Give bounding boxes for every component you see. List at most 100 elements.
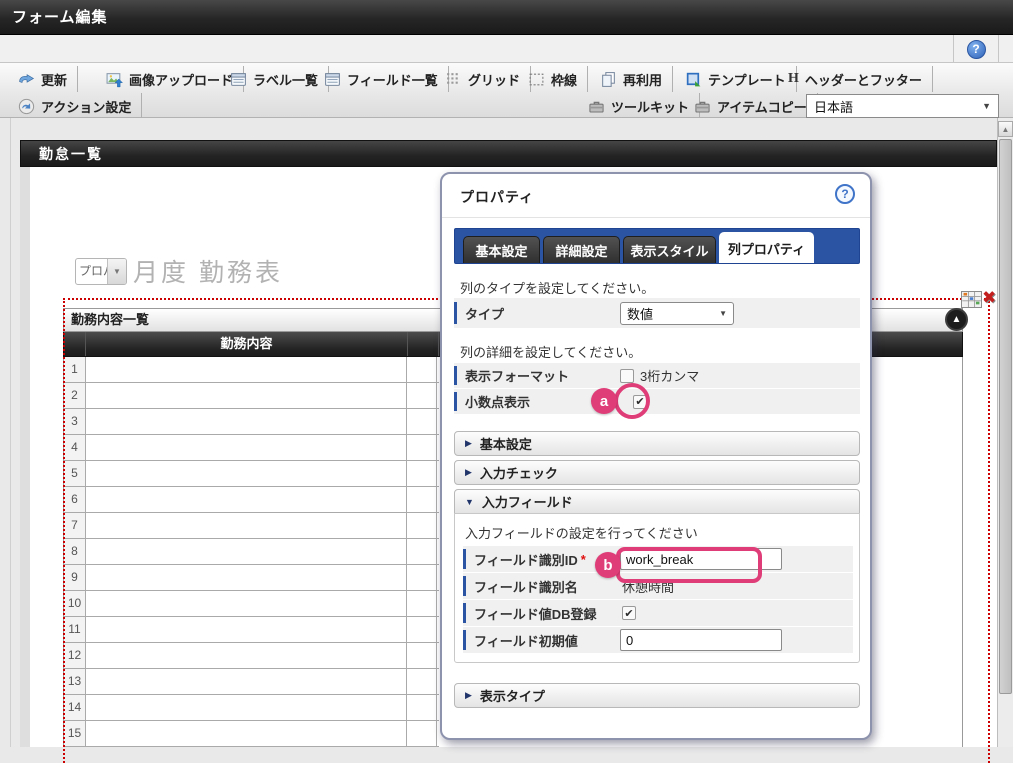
form-title-label: 月度 勤務表: [133, 253, 283, 289]
table-row[interactable]: 12: [64, 643, 439, 669]
dialog-help-icon[interactable]: ?: [835, 184, 855, 204]
label-accent-bar: [463, 630, 466, 650]
help-strip: ?: [0, 35, 1013, 63]
field-init-label: フィールド初期値: [474, 631, 578, 650]
item-copy-icon: [694, 98, 711, 115]
label-accent-bar: [454, 302, 457, 324]
table-row[interactable]: 10: [64, 591, 439, 617]
table-row[interactable]: 13: [64, 669, 439, 695]
chevron-down-icon: ▼: [719, 309, 727, 318]
field-id-input[interactable]: [620, 548, 782, 570]
image-upload-icon: [106, 71, 123, 88]
chevron-down-icon: ▼: [465, 497, 474, 507]
chevron-down-icon: ▼: [982, 101, 991, 111]
language-select[interactable]: 日本語 ▼: [806, 94, 999, 118]
table-row[interactable]: 8: [64, 539, 439, 565]
chevron-right-icon: ▶: [465, 438, 472, 449]
form-title-combo[interactable]: プロパ ▼: [75, 258, 127, 285]
decimal-display-row: 小数点表示 ✔: [454, 389, 860, 414]
header-cell-work-content: 勤務内容: [86, 332, 408, 356]
table-row[interactable]: 1: [64, 357, 439, 383]
dialog-header-divider: [442, 217, 870, 218]
item-copy-button[interactable]: アイテムコピー: [684, 93, 818, 119]
label-accent-bar: [454, 366, 457, 385]
grid-button[interactable]: グリッド: [435, 66, 531, 92]
decimal-display-label: 小数点表示: [465, 392, 530, 411]
reuse-button[interactable]: 再利用: [590, 66, 673, 92]
vertical-scrollbar[interactable]: ▲: [997, 118, 1013, 747]
grid-icon: [445, 71, 462, 88]
chevron-right-icon: ▶: [465, 467, 472, 478]
border-button[interactable]: 枠線: [518, 66, 588, 92]
help-icon[interactable]: ?: [967, 40, 986, 59]
column-detail-instruction: 列の詳細を設定してください。: [460, 342, 641, 361]
display-format-row: 表示フォーマット 3桁カンマ: [454, 363, 860, 388]
action-settings-button[interactable]: アクション設定: [8, 93, 142, 119]
label-accent-bar: [463, 603, 466, 623]
accordion-basic-settings[interactable]: ▶ 基本設定: [454, 431, 860, 456]
tab-display-style[interactable]: 表示スタイル: [623, 236, 716, 263]
field-init-row: フィールド初期値: [463, 627, 853, 653]
update-button[interactable]: 更新: [8, 66, 78, 92]
page-title: フォーム編集: [12, 9, 108, 26]
field-name-value: 休憩時間: [622, 577, 674, 596]
accordion-display-type[interactable]: ▶ 表示タイプ: [454, 683, 860, 708]
table-row[interactable]: 15: [64, 721, 439, 747]
field-db-label: フィールド値DB登録: [474, 604, 597, 623]
decimal-display-checkbox[interactable]: ✔: [633, 395, 647, 409]
field-init-input[interactable]: [620, 629, 782, 651]
three-digit-comma-checkbox[interactable]: [620, 369, 634, 383]
chevron-right-icon: ▶: [465, 690, 472, 701]
field-db-checkbox[interactable]: ✔: [622, 606, 636, 620]
table-row[interactable]: 5: [64, 461, 439, 487]
collapse-up-button[interactable]: ▲: [945, 308, 968, 331]
tab-basic-settings[interactable]: 基本設定: [463, 236, 540, 263]
form-section-bar: 勤怠一覧: [20, 140, 997, 167]
scrollbar-thumb[interactable]: [999, 139, 1012, 694]
field-id-label: フィールド識別ID: [474, 550, 578, 569]
field-list-icon: [324, 71, 341, 88]
field-name-row: フィールド識別名 休憩時間: [463, 573, 853, 599]
table-row[interactable]: 3: [64, 409, 439, 435]
header-footer-icon: H: [788, 71, 799, 87]
accordion-input-field[interactable]: ▼ 入力フィールド: [454, 489, 860, 514]
window-titlebar: フォーム編集: [0, 0, 1013, 35]
label-accent-bar: [463, 576, 466, 596]
scroll-up-icon[interactable]: ▲: [998, 121, 1013, 137]
display-format-label: 表示フォーマット: [465, 366, 569, 385]
table-row[interactable]: 4: [64, 435, 439, 461]
left-divider: [10, 118, 11, 747]
label-list-button[interactable]: ラベル一覧: [220, 66, 329, 92]
tab-bar: 基本設定 詳細設定 表示スタイル 列プロパティ: [454, 228, 860, 264]
type-select[interactable]: 数値 ▼: [620, 302, 734, 325]
table-row[interactable]: 7: [64, 513, 439, 539]
action-settings-icon: [18, 98, 35, 115]
table-row[interactable]: 9: [64, 565, 439, 591]
toolbar: 更新 画像アップロード ラベル一覧 フィールド一覧 グリッド 枠線 再利用 テン…: [0, 63, 1013, 118]
toolkit-icon: [588, 98, 605, 115]
field-id-row: フィールド識別ID *: [463, 546, 853, 572]
table-row[interactable]: 6: [64, 487, 439, 513]
header-cell-narrow: [408, 332, 439, 356]
annotation-badge-b: b: [595, 552, 621, 578]
label-accent-bar: [463, 549, 466, 569]
table-handle-icon[interactable]: [961, 291, 982, 308]
tab-detail-settings[interactable]: 詳細設定: [543, 236, 620, 263]
tab-column-properties[interactable]: 列プロパティ: [719, 232, 814, 263]
label-accent-bar: [454, 392, 457, 411]
field-list-button[interactable]: フィールド一覧: [314, 66, 449, 92]
header-footer-button[interactable]: H ヘッダーとフッター: [778, 66, 933, 92]
table-row[interactable]: 14: [64, 695, 439, 721]
column-type-instruction: 列のタイプを設定してください。: [460, 278, 654, 297]
label-list-icon: [230, 71, 247, 88]
accordion-input-check[interactable]: ▶ 入力チェック: [454, 460, 860, 485]
delete-widget-icon[interactable]: ✖: [982, 288, 996, 308]
table-row[interactable]: 11: [64, 617, 439, 643]
table-row[interactable]: 2: [64, 383, 439, 409]
required-asterisk: *: [581, 552, 586, 567]
header-cell-index: [64, 332, 86, 356]
field-db-row: フィールド値DB登録 ✔: [463, 600, 853, 626]
template-icon: [685, 71, 702, 88]
toolkit-button[interactable]: ツールキット: [578, 93, 700, 119]
border-icon: [528, 71, 545, 88]
